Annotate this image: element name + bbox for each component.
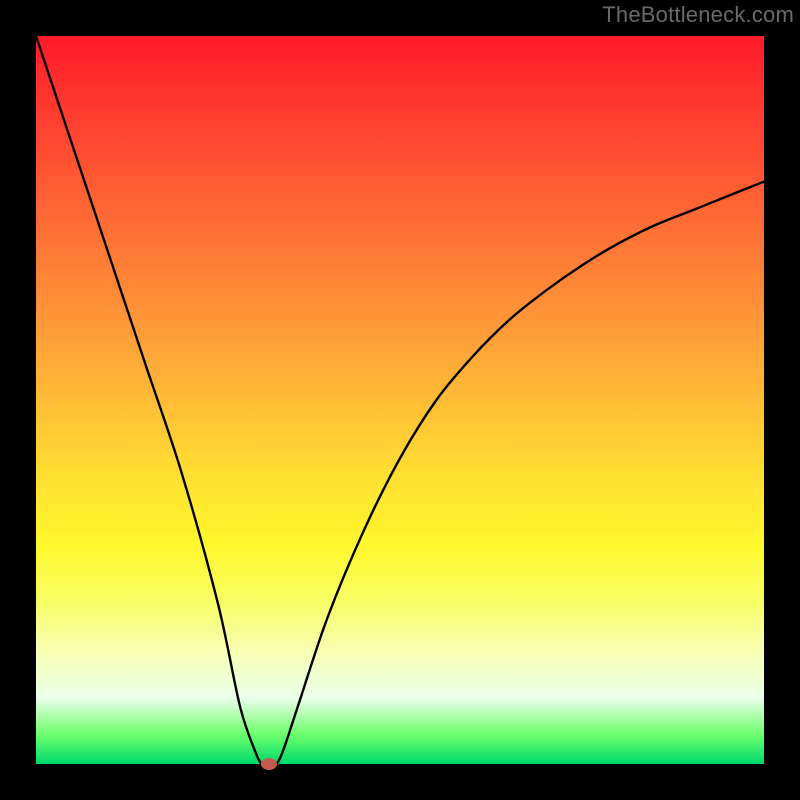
bottleneck-curve xyxy=(36,36,764,765)
watermark-text: TheBottleneck.com xyxy=(602,2,794,28)
plot-area xyxy=(36,36,764,764)
chart-svg xyxy=(36,36,764,764)
min-marker xyxy=(261,758,277,770)
chart-frame: TheBottleneck.com xyxy=(0,0,800,800)
